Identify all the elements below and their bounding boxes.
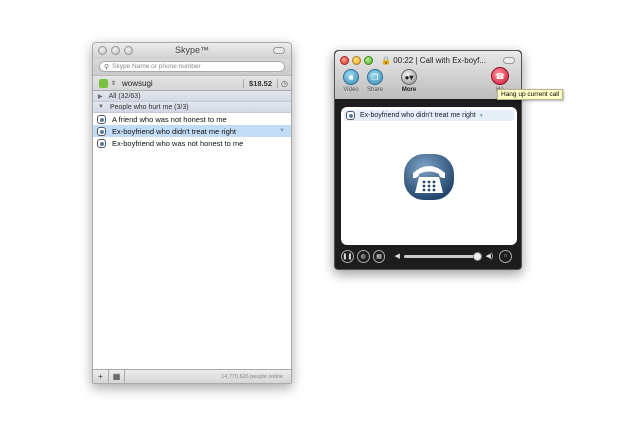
skype-status-icon bbox=[97, 126, 106, 136]
username[interactable]: wowsugi bbox=[122, 79, 153, 88]
window-title: Skype™ bbox=[174, 45, 209, 55]
contact-name: Ex-boyfriend who was not honest to me bbox=[112, 138, 244, 148]
search-icon: ⚲ bbox=[104, 63, 110, 71]
contact-item[interactable]: A friend who was not honest to me bbox=[93, 113, 291, 125]
share-screen-icon: ❐ bbox=[367, 69, 383, 85]
search-placeholder: Skype Name or phone number bbox=[112, 63, 201, 70]
headset-button[interactable]: ∩ bbox=[499, 249, 513, 263]
call-title: 🔒 00:22 | Call with Ex-boyf... bbox=[381, 56, 486, 65]
collapsed-triangle-icon: ▶ bbox=[98, 93, 103, 100]
minimize-window-button[interactable] bbox=[352, 56, 361, 65]
skype-phone-avatar-icon bbox=[404, 154, 454, 200]
call-window: 🔒 00:22 | Call with Ex-boyf... ■ Video ❐… bbox=[334, 50, 522, 270]
video-camera-icon: ■ bbox=[343, 69, 359, 85]
video-label: Video bbox=[343, 87, 359, 93]
close-window-button[interactable] bbox=[340, 56, 349, 65]
user-status-bar: ⇕ wowsugi $18.52 ◷ bbox=[93, 75, 291, 91]
group-label: All (32/63) bbox=[108, 92, 141, 100]
skype-status-icon bbox=[346, 111, 355, 120]
hang-up-tooltip: Hang up current call bbox=[497, 89, 564, 100]
bottom-bar: + ▦ 14,770,626 people online bbox=[93, 369, 291, 383]
skype-status-icon bbox=[97, 138, 106, 148]
contact-menu-arrow-icon[interactable]: ▼ bbox=[279, 128, 285, 134]
toolbar-toggle-button[interactable] bbox=[273, 47, 285, 54]
history-clock-icon[interactable]: ◷ bbox=[277, 78, 291, 88]
more-button[interactable]: ●▾ More bbox=[397, 69, 421, 93]
hold-button[interactable]: ❚❚ bbox=[341, 249, 354, 263]
search-bar: ⚲ Skype Name or phone number bbox=[93, 59, 291, 75]
add-contact-button[interactable]: + bbox=[93, 370, 109, 383]
toolbar-toggle-button[interactable] bbox=[503, 57, 515, 64]
speaker-low-icon: ◀ bbox=[394, 253, 400, 260]
call-participant-panel: Ex-boyfriend who didn't treat me right ▼ bbox=[341, 107, 517, 245]
share-button[interactable]: ❐ Share bbox=[363, 69, 387, 93]
participant-name: Ex-boyfriend who didn't treat me right bbox=[360, 112, 476, 119]
video-button[interactable]: ■ Video bbox=[339, 69, 363, 93]
skype-main-window: Skype™ ⚲ Skype Name or phone number ⇕ wo… bbox=[92, 42, 292, 384]
expanded-triangle-icon: ▼ bbox=[98, 104, 104, 110]
contact-name: A friend who was not honest to me bbox=[112, 114, 227, 124]
group-all[interactable]: ▶ All (32/63) bbox=[93, 91, 291, 102]
hang-up-icon: ☎ bbox=[491, 67, 509, 85]
volume-slider[interactable] bbox=[403, 251, 483, 261]
call-toolbar: 🔒 00:22 | Call with Ex-boyf... ■ Video ❐… bbox=[335, 51, 521, 99]
zoom-window-button[interactable] bbox=[364, 56, 373, 65]
group-label: People who hurt me (3/3) bbox=[109, 103, 189, 111]
title-bar: Skype™ bbox=[93, 43, 291, 59]
more-options-icon: ●▾ bbox=[401, 69, 417, 85]
mute-mic-button[interactable]: ◍ bbox=[356, 249, 370, 263]
contact-name: Ex-boyfriend who didn't treat me right bbox=[112, 126, 236, 136]
contact-item-selected[interactable]: Ex-boyfriend who didn't treat me right ▼ bbox=[93, 125, 291, 137]
volume-slider-knob[interactable] bbox=[473, 251, 483, 261]
participant-menu-arrow-icon[interactable]: ▼ bbox=[479, 113, 484, 119]
contact-item[interactable]: Ex-boyfriend who was not honest to me bbox=[93, 137, 291, 149]
dial-pad-button[interactable]: ▦ bbox=[109, 370, 125, 383]
call-controls: ❚❚ ◍ ▦ ◀ ◀) ∩ bbox=[341, 248, 515, 264]
speaker-high-icon: ◀) bbox=[485, 253, 494, 260]
skype-status-icon bbox=[97, 114, 106, 124]
online-status-icon[interactable] bbox=[99, 78, 108, 88]
status-dropdown-icon[interactable]: ⇕ bbox=[111, 80, 116, 87]
search-input[interactable]: ⚲ Skype Name or phone number bbox=[99, 61, 285, 72]
people-online-count: 14,770,626 people online bbox=[221, 373, 283, 380]
call-title-text: 00:22 | Call with Ex-boyf... bbox=[393, 56, 486, 65]
participant-name-bar[interactable]: Ex-boyfriend who didn't treat me right ▼ bbox=[344, 110, 514, 121]
more-label: More bbox=[401, 87, 417, 93]
dialpad-button[interactable]: ▦ bbox=[372, 249, 386, 263]
lock-icon: 🔒 bbox=[381, 56, 391, 65]
share-label: Share bbox=[366, 87, 383, 93]
group-people-who-hurt-me[interactable]: ▼ People who hurt me (3/3) bbox=[93, 102, 291, 113]
skype-credit[interactable]: $18.52 bbox=[243, 78, 277, 88]
